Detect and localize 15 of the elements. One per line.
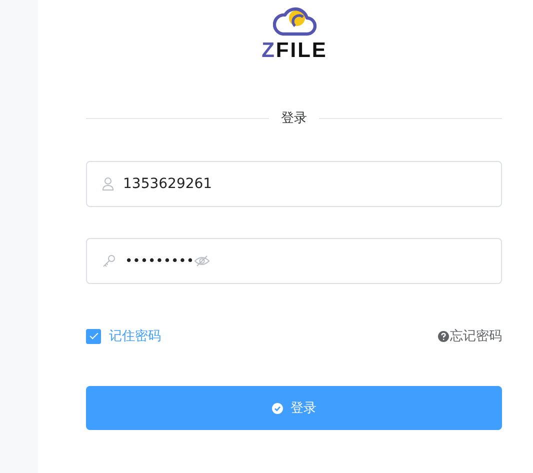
password-field[interactable]: ••••••••• xyxy=(86,238,502,284)
eye-slash-icon[interactable] xyxy=(194,255,210,267)
cloud-logo-icon xyxy=(272,5,316,37)
username-value: 1353629261 xyxy=(123,176,212,192)
forgot-password-text[interactable]: 忘记密码 xyxy=(450,327,502,345)
check-circle-icon xyxy=(272,402,282,414)
logo-wordmark: ZFILE xyxy=(262,39,328,63)
remember-checkbox[interactable] xyxy=(86,328,101,344)
user-icon xyxy=(102,177,114,191)
forgot-password-link[interactable]: 忘记密码 xyxy=(438,327,502,345)
key-icon xyxy=(102,254,116,268)
password-value: ••••••••• xyxy=(125,254,194,268)
login-heading: 登录 xyxy=(280,110,308,127)
username-field[interactable]: 1353629261 xyxy=(86,161,502,207)
question-icon xyxy=(438,330,449,342)
